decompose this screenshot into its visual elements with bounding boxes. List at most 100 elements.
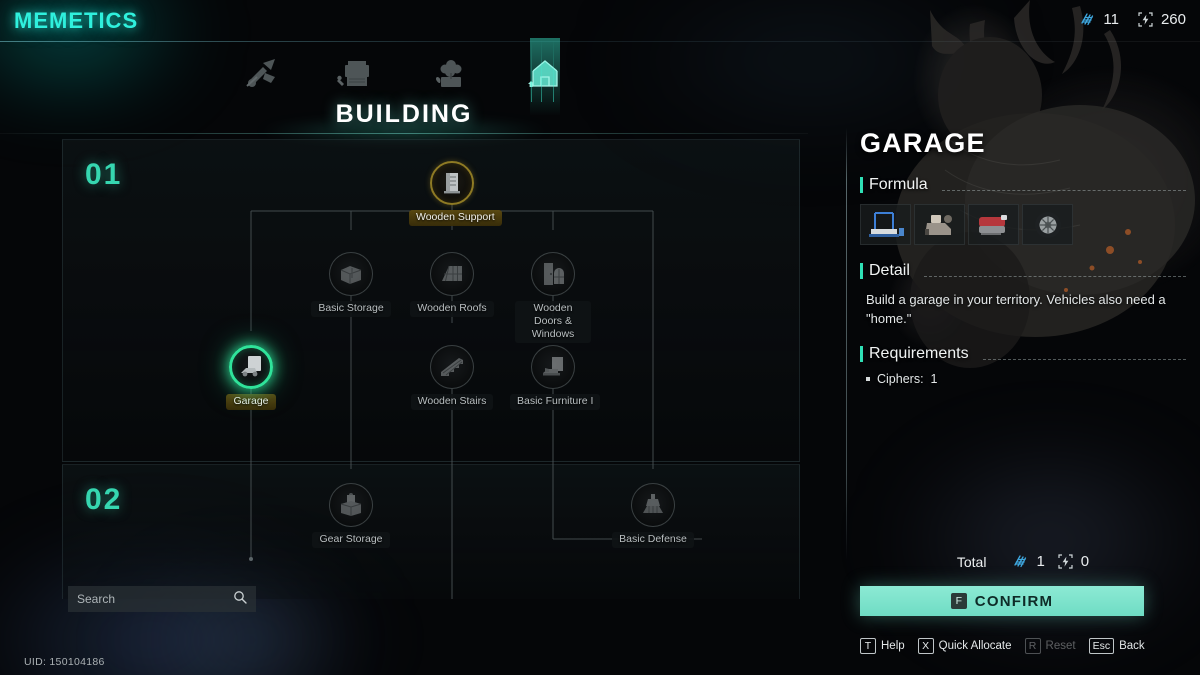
wooden-roofs-icon [442,265,462,282]
keyboard-hints-bar: T Help X Quick Allocate R Reset Esc Back [860,638,1190,654]
formula-slot-wheel[interactable] [1022,204,1073,245]
requirement-item: Ciphers: 1 [866,372,1186,386]
detail-section: Detail Build a garage in your territory.… [860,262,1186,328]
section-dashed-rule [941,189,1186,191]
title-divider [0,133,808,134]
garage-icon [241,356,261,377]
formula-slot-vehicle-lift[interactable] [860,204,911,245]
tree-node-wooden-stairs[interactable]: Wooden Stairs [409,345,495,410]
section-accent-bar [860,263,863,279]
key-badge: X [917,638,934,654]
confirm-label: CONFIRM [974,592,1054,610]
hint-help[interactable]: T Help [860,638,905,654]
hint-label: Reset [1045,640,1076,652]
basic-storage-icon [340,266,362,284]
section-accent-bar [860,177,863,193]
hint-back[interactable]: Esc Back [1088,638,1145,654]
total-energy-value: 0 [1080,553,1090,570]
formula-heading: Formula [869,176,928,193]
currency-energy: 260 [1137,11,1186,28]
node-ring [430,252,474,296]
search-input[interactable]: Search [68,586,256,612]
energy-icon [1137,11,1154,28]
cipher-icon [1012,553,1029,570]
tree-node-basic-storage[interactable]: Basic Storage [308,252,394,317]
total-label: Total [956,553,987,570]
app-logo: MEMETICS [14,8,139,33]
gear-storage-icon [340,493,362,516]
confirm-button[interactable]: F CONFIRM [860,586,1144,616]
header-divider [0,41,1200,42]
uid-label: UID: 150104186 [24,656,105,668]
category-tab-building[interactable] [519,40,571,102]
requirement-label: Ciphers: [877,372,924,386]
tree-node-label: Basic Furniture I [510,394,601,410]
bullet-icon [866,377,870,381]
hint-quick-allocate[interactable]: X Quick Allocate [917,638,1012,654]
requirements-section: Requirements Ciphers: 1 [860,345,1186,386]
requirements-heading: Requirements [869,345,969,362]
confirm-key-badge: F [950,593,967,609]
section-dashed-rule [982,358,1186,360]
tier-number-02: 02 [85,483,123,516]
wooden-support-icon [444,173,460,194]
category-tab-farming[interactable] [425,50,477,96]
page-title-wrapper: BUILDING [0,100,808,129]
tree-node-label: Wooden Doors & Windows [515,301,591,343]
node-ring [329,483,373,527]
currency-display: 11 260 [1079,11,1186,28]
search-placeholder: Search [77,592,116,606]
detail-heading: Detail [869,262,910,279]
requirements-list: Ciphers: 1 [860,372,1186,386]
tier-number-01: 01 [85,158,123,191]
currency-energy-value: 260 [1160,11,1186,28]
tree-node-basic-furniture-i[interactable]: Basic Furniture I [510,345,601,410]
node-ring [229,345,273,389]
nebula-glow-bottomright [880,430,1200,650]
tree-node-gear-storage[interactable]: Gear Storage [308,483,394,548]
node-ring [531,252,575,296]
search-icon[interactable] [233,590,247,609]
category-tab-weapons[interactable] [237,50,289,96]
node-ring [531,345,575,389]
formula-slot-list [860,204,1186,245]
node-ring [430,161,474,205]
tree-node-label: Basic Storage [311,301,391,317]
tree-node-label: Basic Defense [612,532,694,548]
requirement-value: 1 [930,372,938,386]
tree-node-garage[interactable]: Garage [208,345,294,410]
wooden-stairs-icon [441,358,463,376]
formula-slot-fuel-tank[interactable] [968,204,1019,245]
tech-tree-panel: 01 02 Wooden Support Basic Storage Woode… [62,139,800,599]
cipher-icon [1079,11,1096,28]
basic-furniture-icon [543,357,563,376]
tree-node-wooden-doors-windows[interactable]: Wooden Doors & Windows [510,252,596,343]
formula-slot-engine[interactable] [914,204,965,245]
section-dashed-rule [923,275,1186,277]
hint-label: Help [881,640,905,652]
currency-cipher-value: 11 [1103,11,1119,28]
key-badge: Esc [1088,638,1115,654]
detail-description: Build a garage in your territory. Vehicl… [866,292,1166,326]
tree-node-wooden-support[interactable]: Wooden Support [409,161,502,226]
section-accent-bar [860,346,863,362]
energy-icon [1057,553,1074,570]
tree-node-label: Wooden Roofs [410,301,494,317]
node-ring [430,345,474,389]
hint-label: Back [1119,640,1145,652]
total-cost-row: Total 1 0 [860,553,1186,570]
key-badge: R [1024,638,1041,654]
detail-heading-row: Detail [860,262,1186,280]
formula-section: Formula [860,176,1186,245]
page-title: BUILDING [335,100,473,128]
tree-node-basic-defense[interactable]: Basic Defense [610,483,696,548]
detail-panel: GARAGE Formula Detail Build a garage in … [860,128,1186,386]
panel-divider [846,128,847,560]
detail-title: GARAGE [860,128,986,158]
tree-node-label: Garage [226,394,276,410]
category-tab-workbench[interactable] [331,50,383,96]
requirements-heading-row: Requirements [860,345,1186,363]
tree-node-wooden-roofs[interactable]: Wooden Roofs [409,252,495,317]
hint-label: Quick Allocate [938,640,1012,652]
node-ring [631,483,675,527]
